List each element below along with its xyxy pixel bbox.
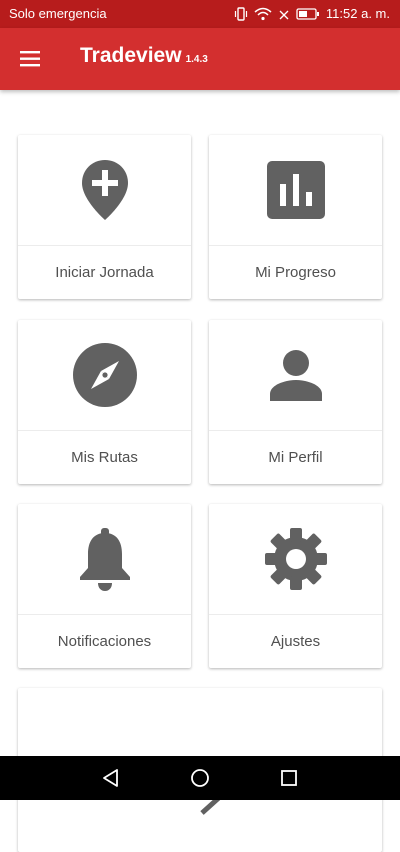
status-bar: Solo emergencia 11:52 a. m.	[0, 0, 400, 28]
compass-icon	[72, 343, 137, 407]
card-notificaciones[interactable]: Notificaciones	[18, 504, 191, 668]
card-label: Notificaciones	[57, 633, 152, 650]
person-icon	[269, 350, 322, 401]
battery-icon	[296, 7, 319, 20]
card-iniciar-jornada[interactable]: Iniciar Jornada	[18, 135, 191, 299]
wifi-icon	[254, 7, 272, 20]
card-label: Ajustes	[270, 633, 321, 650]
card-mi-progreso[interactable]: Mi Progreso	[209, 135, 382, 299]
card-mi-perfil[interactable]: Mi Perfil	[209, 320, 382, 484]
hamburger-menu-icon[interactable]	[18, 47, 44, 71]
app-bar: Tradeview 1.4.3	[0, 28, 400, 90]
card-label: Mi Perfil	[268, 449, 323, 466]
bar-chart-icon	[266, 161, 325, 219]
vibrate-icon	[234, 6, 248, 21]
signal-icon	[279, 10, 289, 19]
card-label: Mi Progreso	[255, 264, 336, 281]
card-label: Iniciar Jornada	[55, 264, 154, 281]
circle-home-icon[interactable]	[189, 767, 211, 789]
add-location-icon	[81, 160, 128, 220]
status-icons: 11:52 a. m.	[234, 6, 390, 21]
triangle-back-icon[interactable]	[100, 767, 122, 789]
card-ajustes[interactable]: Ajustes	[209, 504, 382, 668]
card-mis-rutas[interactable]: Mis Rutas	[18, 320, 191, 484]
square-recents-icon[interactable]	[278, 767, 300, 789]
clock-text: 11:52 a. m.	[325, 6, 390, 21]
card-label: Mis Rutas	[71, 449, 138, 466]
bell-icon	[79, 528, 130, 591]
app-name: Tradeview	[80, 44, 182, 67]
carrier-text: Solo emergencia	[9, 6, 107, 21]
system-nav-bar	[0, 756, 400, 800]
gear-icon	[264, 528, 327, 590]
app-title: Tradeview 1.4.3	[80, 44, 208, 68]
app-version: 1.4.3	[185, 54, 208, 65]
